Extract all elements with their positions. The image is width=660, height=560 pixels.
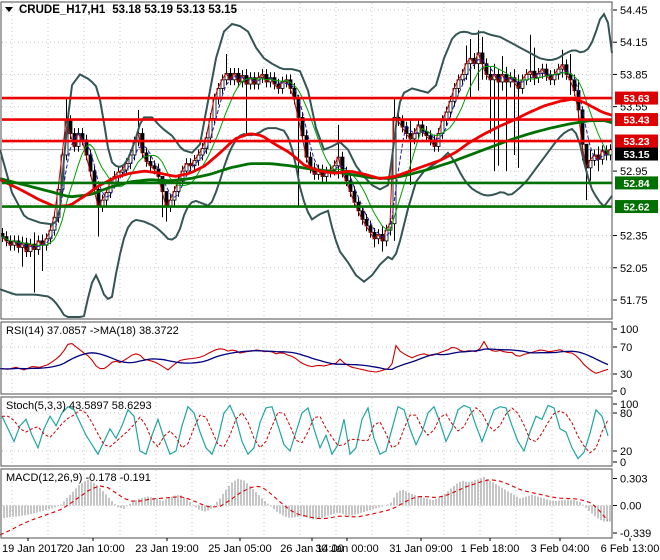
stoch-pane-label: Stoch(5,3,3) 43.5897 58.6293 — [6, 400, 152, 412]
time-axis-label: 3 Feb 04:00 — [531, 543, 590, 555]
price-axis-label: 53.85 — [620, 69, 648, 81]
price-tag-label: 53.43 — [623, 115, 649, 127]
rsi-axis-label: 100 — [620, 324, 638, 336]
time-axis-label: 6 Feb 13:00 — [601, 543, 660, 555]
price-tag-label: 53.15 — [623, 149, 649, 161]
chart-title: CRUDE_H17,H1 53.18 53.19 53.13 53.15 — [19, 4, 238, 16]
rsi-pane-label: RSI(14) 37.0857 ->MA(18) 38.3722 — [6, 325, 179, 337]
price-axis-label: 51.75 — [620, 295, 648, 307]
time-axis-label: 31 Jan 09:00 — [389, 543, 453, 555]
price-chart-canvas[interactable]: 54.4554.1553.8553.5552.9552.3552.0551.75… — [0, 0, 660, 560]
rsi-axis-label: 70 — [620, 342, 632, 354]
price-axis-label: 54.15 — [620, 37, 648, 49]
stoch-axis-label: 0 — [620, 457, 626, 469]
time-axis-label: 23 Jan 19:00 — [135, 543, 199, 555]
time-axis-label: 20 Jan 10:00 — [61, 543, 125, 555]
chart-title-ohlc: 53.18 53.19 53.13 53.15 — [112, 4, 237, 16]
rsi-line — [0, 342, 608, 374]
macd-pane-label: MACD(12,26,9) -0.178 -0.191 — [6, 472, 151, 484]
rsi-axis-label: 30 — [620, 369, 632, 381]
stoch-axis-label: 80 — [620, 408, 632, 420]
rsi-axis-label: 0 — [620, 386, 626, 398]
price-tag-label: 52.84 — [623, 178, 649, 190]
time-axis-label: 19 Jan 2017 — [2, 543, 63, 555]
macd-axis-label: 0.303 — [620, 474, 648, 486]
price-axis-label: 52.05 — [620, 263, 648, 275]
macd-axis-label: -0.339 — [620, 528, 651, 540]
price-tag-label: 53.23 — [623, 136, 649, 148]
price-axis-label: 52.35 — [620, 231, 648, 243]
price-axis-label: 52.95 — [620, 166, 648, 178]
price-tag-label: 53.63 — [623, 93, 649, 105]
price-tag-label: 52.62 — [623, 202, 649, 214]
stoch-k-line — [2, 405, 608, 458]
time-axis-label: 30 Jan 00:00 — [315, 543, 379, 555]
price-axis-label: 54.45 — [620, 5, 648, 17]
chart-title-symbol: CRUDE_H17,H1 — [19, 4, 106, 16]
macd-axis-label: 0.00 — [620, 501, 641, 513]
chart-window: 54.4554.1553.8553.5552.9552.3552.0551.75… — [0, 0, 660, 560]
time-axis-label: 25 Jan 05:00 — [208, 543, 272, 555]
time-axis-label: 1 Feb 18:00 — [461, 543, 520, 555]
